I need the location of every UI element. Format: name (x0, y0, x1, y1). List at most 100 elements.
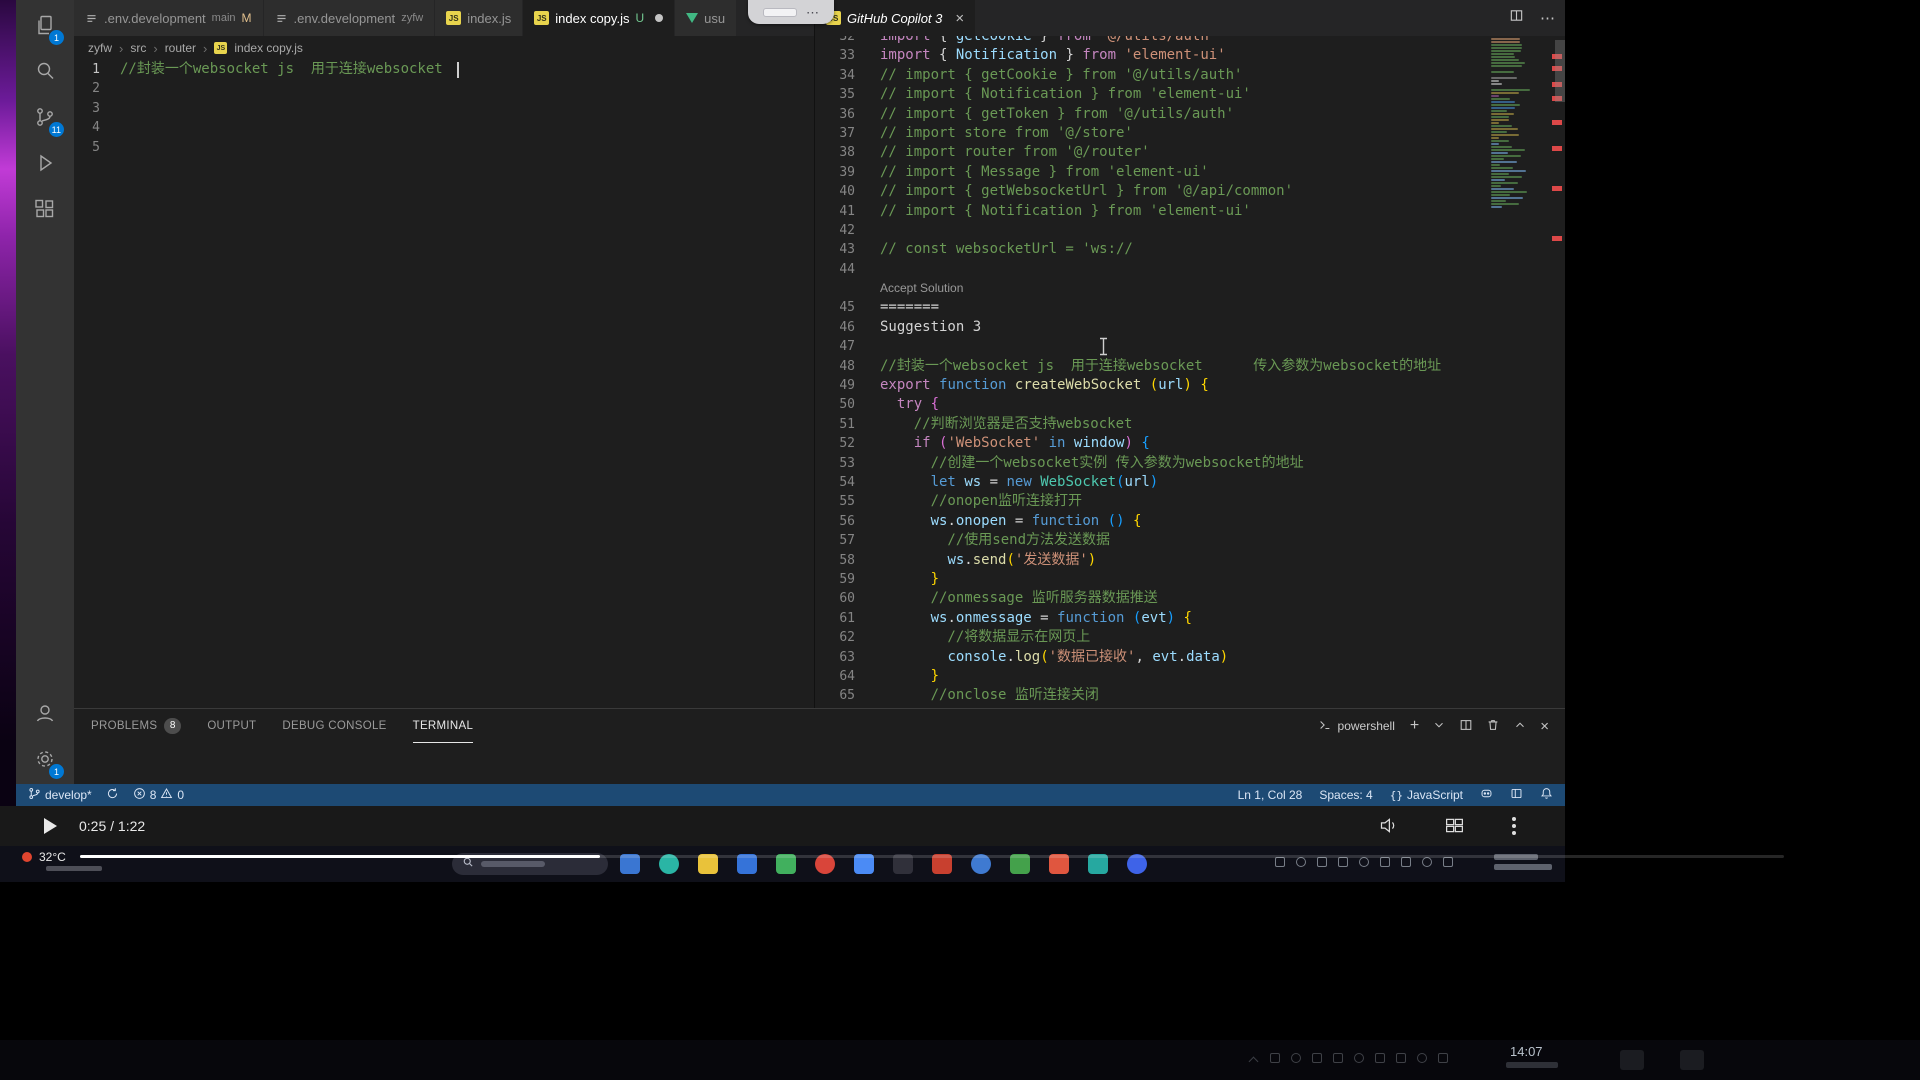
tray-icon[interactable] (1275, 857, 1285, 867)
more-actions-icon[interactable]: ⋯ (1540, 9, 1555, 27)
volume-icon[interactable] (1378, 815, 1399, 841)
tab-index-copy-js[interactable]: JS index copy.js U (523, 0, 675, 36)
cursor-position[interactable]: Ln 1, Col 28 (1238, 788, 1303, 802)
code-line-33[interactable]: 33import { Notification } from 'element-… (815, 46, 1565, 65)
chevron-up-icon[interactable] (1513, 718, 1527, 735)
code-line-42[interactable]: 42 (815, 221, 1565, 240)
code-line-60[interactable]: 60 //onmessage 监听服务器数据推送 (815, 589, 1565, 608)
breadcrumb-file[interactable]: index copy.js (234, 41, 302, 55)
panel-tab-debug-console[interactable]: DEBUG CONSOLE (282, 709, 386, 743)
code-line-57[interactable]: 57 //使用send方法发送数据 (815, 531, 1565, 550)
screen-recorder-pill[interactable]: ⋯ (748, 0, 834, 24)
code-line-36[interactable]: 36// import { getToken } from '@/utils/a… (815, 105, 1565, 124)
code-line-34[interactable]: 34// import { getCookie } from '@/utils/… (815, 66, 1565, 85)
video-progress-bar[interactable] (80, 855, 1784, 858)
problems-indicator[interactable]: 8 0 (133, 787, 184, 803)
system-clock[interactable]: 14:07 (1510, 1044, 1543, 1059)
more-icon[interactable]: ⋯ (806, 6, 819, 19)
close-icon[interactable]: × (955, 10, 964, 27)
tab-env-development-main[interactable]: .env.development main M (74, 0, 264, 36)
code-line-35[interactable]: 35// import { Notification } from 'eleme… (815, 85, 1565, 104)
code-line-3[interactable]: 3 (74, 99, 814, 118)
code-line-41[interactable]: 41// import { Notification } from 'eleme… (815, 202, 1565, 221)
tray-icon[interactable] (1338, 857, 1348, 867)
code-line-1[interactable]: 1//封装一个websocket js 用于连接websocket (74, 60, 814, 79)
taskbar-ghost-window[interactable] (1680, 1050, 1704, 1070)
tray-icon[interactable] (1443, 857, 1453, 867)
code-line-62[interactable]: 62 //将数据显示在网页上 (815, 628, 1565, 647)
tray-icon[interactable] (1270, 1053, 1280, 1063)
code-line-49[interactable]: 49export function createWebSocket (url) … (815, 376, 1565, 395)
code-line-39[interactable]: 39// import { Message } from 'element-ui… (815, 163, 1565, 182)
code-line-40[interactable]: 40// import { getWebsocketUrl } from '@/… (815, 182, 1565, 201)
code-line-64[interactable]: 64 } (815, 667, 1565, 686)
activity-run-debug[interactable] (21, 142, 69, 188)
codelens-link[interactable]: Accept Solution (855, 279, 1565, 298)
tray-icon[interactable] (1417, 1053, 1427, 1063)
notifications[interactable] (1540, 787, 1553, 803)
git-branch-indicator[interactable]: develop* (28, 787, 92, 803)
code-line-5[interactable]: 5 (74, 138, 814, 157)
tray-icon[interactable] (1359, 857, 1369, 867)
code-line-46[interactable]: 46Suggestion 3 (815, 318, 1565, 337)
hidden-icons-chevron[interactable] (1249, 1057, 1259, 1067)
code-line-53[interactable]: 53 //创建一个websocket实例 传入参数为websocket的地址 (815, 454, 1565, 473)
code-line-61[interactable]: 61 ws.onmessage = function (evt) { (815, 609, 1565, 628)
code-line-65[interactable]: 65 //onclose 监听连接关闭 (815, 686, 1565, 705)
breadcrumb-item[interactable]: zyfw (88, 41, 112, 55)
tray-icon[interactable] (1401, 857, 1411, 867)
activity-settings[interactable]: 1 (21, 738, 69, 784)
code-line-51[interactable]: 51 //判断浏览器是否支持websocket (815, 415, 1565, 434)
tray-icon[interactable] (1291, 1053, 1301, 1063)
tray-icon[interactable] (1380, 857, 1390, 867)
unsaved-dot[interactable] (655, 14, 663, 22)
code-line-59[interactable]: 59 } (815, 570, 1565, 589)
close-panel-icon[interactable]: × (1540, 718, 1549, 735)
code-line-48[interactable]: 48//封装一个websocket js 用于连接websocket 传入参数为… (815, 357, 1565, 376)
code-line-4[interactable]: 4 (74, 118, 814, 137)
code-line-32[interactable]: 32import { getCookie } from '@/utils/aut… (815, 36, 1565, 46)
code-line-37[interactable]: 37// import store from '@/store' (815, 124, 1565, 143)
tray-icon[interactable] (1422, 857, 1432, 867)
code-line-43[interactable]: 43// const websocketUrl = 'ws:// (815, 240, 1565, 259)
code-line-58[interactable]: 58 ws.send('发送数据') (815, 551, 1565, 570)
feedback[interactable] (1510, 787, 1523, 803)
tray-icon[interactable] (1354, 1053, 1364, 1063)
tray-icon[interactable] (1333, 1053, 1343, 1063)
split-editor-icon[interactable] (1509, 8, 1524, 28)
miniplayer-icon[interactable] (1444, 815, 1465, 841)
minimap[interactable] (1491, 38, 1537, 209)
code-line-52[interactable]: 52 if ('WebSocket' in window) { (815, 434, 1565, 453)
codelens-accept-solution[interactable]: Accept Solution (815, 279, 1565, 298)
panel-tab-terminal[interactable]: TERMINAL (413, 709, 474, 743)
tray-icon[interactable] (1396, 1053, 1406, 1063)
weather-widget[interactable]: 32°C (22, 850, 66, 864)
copilot-status[interactable] (1480, 787, 1493, 803)
language-mode[interactable]: {} JavaScript (1390, 788, 1463, 802)
code-line-2[interactable]: 2 (74, 79, 814, 98)
split-terminal-icon[interactable] (1459, 718, 1473, 735)
code-line-38[interactable]: 38// import router from '@/router' (815, 143, 1565, 162)
panel-tab-problems[interactable]: PROBLEMS 8 (91, 709, 181, 743)
shell-selector[interactable]: powershell (1318, 718, 1395, 735)
activity-search[interactable] (21, 50, 69, 96)
system-date[interactable] (1506, 1062, 1558, 1068)
activity-explorer[interactable]: 1 (21, 4, 69, 50)
code-line-44[interactable]: 44 (815, 260, 1565, 279)
editor-left[interactable]: 1//封装一个websocket js 用于连接websocket2345 (74, 60, 814, 708)
code-line-63[interactable]: 63 console.log('数据已接收', evt.data) (815, 648, 1565, 667)
activity-extensions[interactable] (21, 188, 69, 234)
tray-icon[interactable] (1438, 1053, 1448, 1063)
tray-icon[interactable] (1296, 857, 1306, 867)
code-line-56[interactable]: 56 ws.onopen = function () { (815, 512, 1565, 531)
activity-source-control[interactable]: 11 (21, 96, 69, 142)
tab-usu[interactable]: usu (675, 0, 737, 36)
tab-github-copilot[interactable]: JS GitHub Copilot 3 × (815, 0, 976, 36)
taskbar-ghost-window[interactable] (1620, 1050, 1644, 1070)
scrollbar-thumb[interactable] (1555, 40, 1565, 102)
tab-env-development-zyfw[interactable]: .env.development zyfw (264, 0, 436, 36)
new-terminal-icon[interactable]: + (1410, 717, 1419, 735)
breadcrumb-item[interactable]: src (130, 41, 146, 55)
activity-account[interactable] (21, 692, 69, 738)
tray-icon[interactable] (1312, 1053, 1322, 1063)
